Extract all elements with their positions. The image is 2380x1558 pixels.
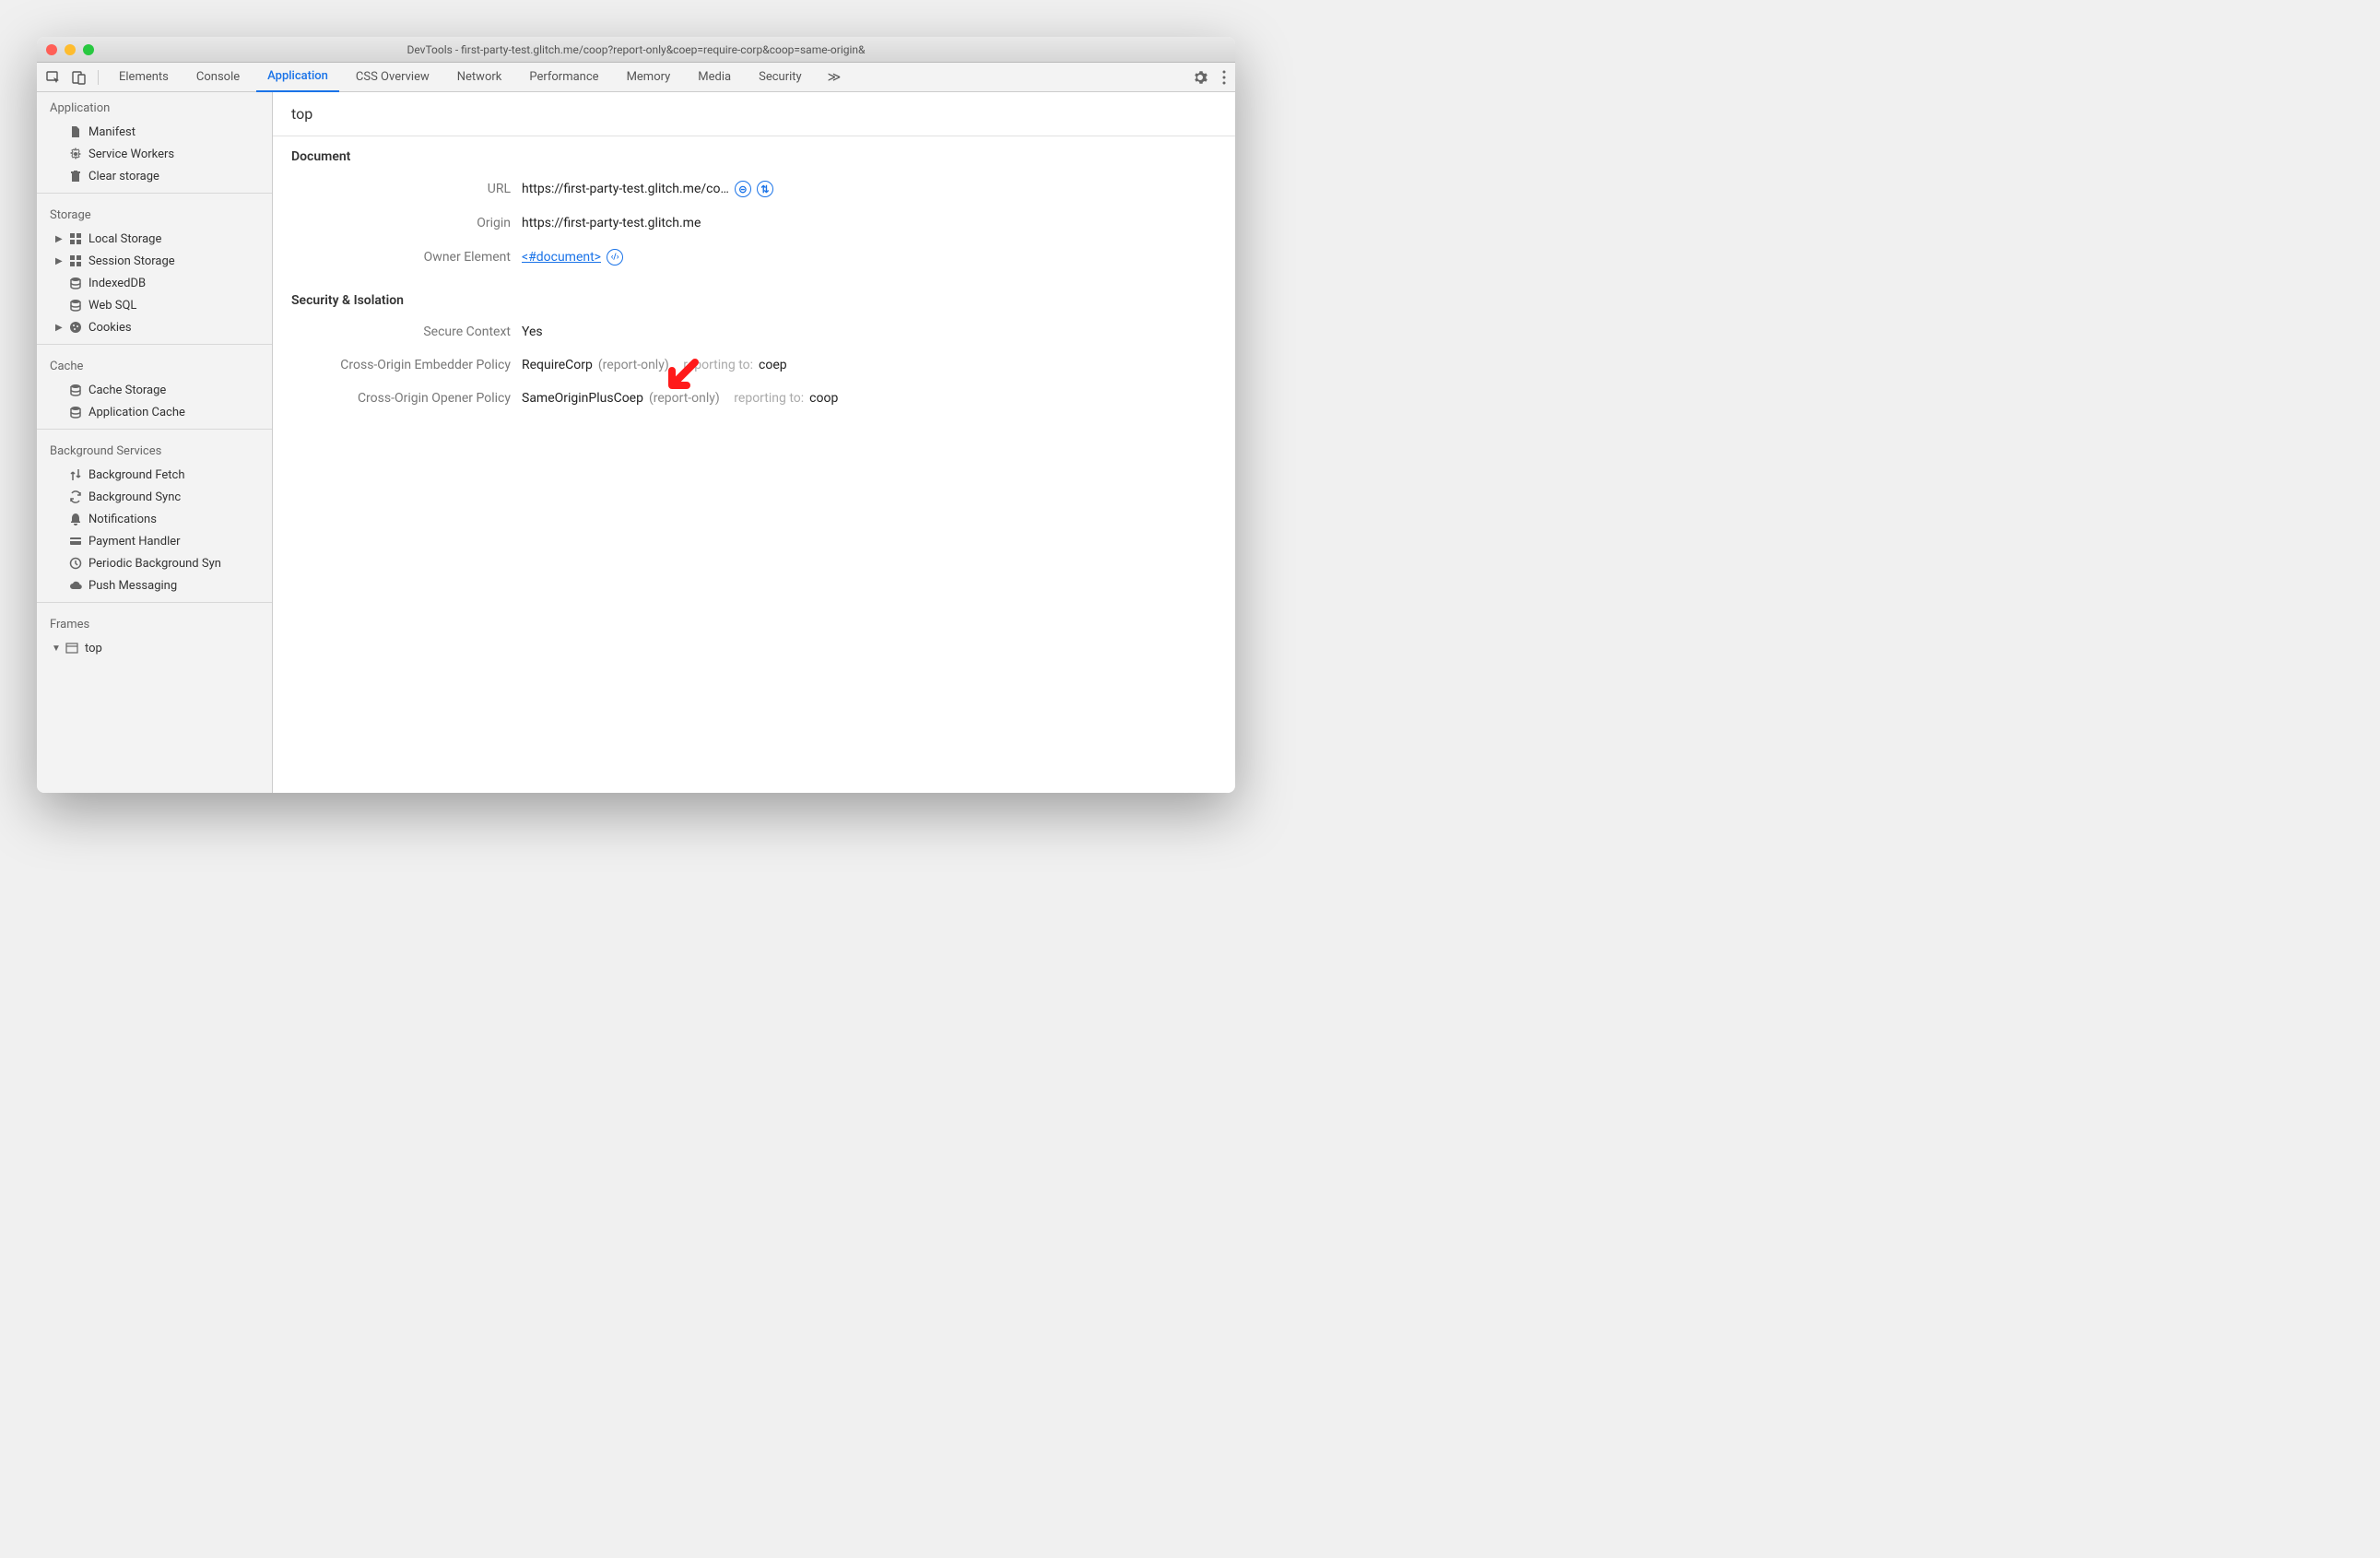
section-document: Document URL https://first-party-test.gl… bbox=[273, 136, 1235, 280]
sidebar-item-background-fetch[interactable]: Background Fetch bbox=[37, 464, 272, 486]
caret-down-icon: ▼ bbox=[52, 643, 59, 654]
settings-icon[interactable] bbox=[1193, 70, 1208, 85]
tab-security[interactable]: Security bbox=[748, 63, 813, 92]
group-frames: Frames bbox=[37, 608, 272, 637]
annotation-arrow-icon bbox=[663, 358, 700, 395]
caret-icon: ▶ bbox=[55, 323, 63, 333]
tabs-overflow[interactable]: ≫ bbox=[819, 70, 851, 85]
inspect-icon[interactable] bbox=[46, 70, 61, 85]
sidebar-item-session-storage[interactable]: ▶ Session Storage bbox=[37, 250, 272, 272]
tab-memory[interactable]: Memory bbox=[616, 63, 682, 92]
sidebar-item-indexeddb[interactable]: IndexedDB bbox=[37, 272, 272, 294]
sidebar-item-notifications[interactable]: Notifications bbox=[37, 508, 272, 530]
tab-console[interactable]: Console bbox=[185, 63, 251, 92]
section-security-isolation: Security & Isolation Secure Context Yes … bbox=[273, 280, 1235, 420]
tab-css-overview[interactable]: CSS Overview bbox=[345, 63, 441, 92]
traffic-lights bbox=[46, 44, 94, 55]
row-url: URL https://first-party-test.glitch.me/c… bbox=[291, 171, 1217, 207]
sidebar-item-manifest[interactable]: Manifest bbox=[37, 121, 272, 143]
tab-elements[interactable]: Elements bbox=[108, 63, 180, 92]
caret-icon: ▶ bbox=[55, 256, 63, 266]
close-button[interactable] bbox=[46, 44, 57, 55]
bell-icon bbox=[68, 512, 83, 526]
sidebar-item-web-sql[interactable]: Web SQL bbox=[37, 294, 272, 316]
group-cache: Cache bbox=[37, 350, 272, 379]
sidebar-item-push-messaging[interactable]: Push Messaging bbox=[37, 574, 272, 596]
sidebar-item-frame-top[interactable]: ▼ top bbox=[37, 637, 272, 659]
grid-icon bbox=[68, 231, 83, 246]
group-background-services: Background Services bbox=[37, 435, 272, 464]
device-icon[interactable] bbox=[72, 70, 87, 85]
sidebar-item-payment-handler[interactable]: Payment Handler bbox=[37, 530, 272, 552]
trash-icon bbox=[68, 169, 83, 183]
isolation-badge-icon[interactable]: ⊝ bbox=[735, 181, 751, 197]
sidebar-item-background-sync[interactable]: Background Sync bbox=[37, 486, 272, 508]
tab-network[interactable]: Network bbox=[446, 63, 513, 92]
database-icon bbox=[68, 383, 83, 397]
sidebar-item-service-workers[interactable]: Service Workers bbox=[37, 143, 272, 165]
row-origin: Origin https://first-party-test.glitch.m… bbox=[291, 207, 1217, 240]
code-badge-icon[interactable]: ‹/› bbox=[607, 249, 623, 266]
window-icon bbox=[65, 641, 79, 655]
devtools-window: DevTools - first-party-test.glitch.me/co… bbox=[37, 37, 1235, 793]
sidebar-item-cookies[interactable]: ▶ Cookies bbox=[37, 316, 272, 338]
row-coep: Cross-Origin Embedder Policy RequireCorp… bbox=[291, 348, 1217, 382]
sidebar: Application Manifest Service Workers Cle… bbox=[37, 92, 273, 793]
page-title: top bbox=[273, 92, 1235, 136]
updown-icon bbox=[68, 467, 83, 482]
owner-element-link[interactable]: <#document> bbox=[522, 250, 601, 265]
database-icon bbox=[68, 298, 83, 313]
file-icon bbox=[68, 124, 83, 139]
toolbar: Elements Console Application CSS Overvie… bbox=[37, 63, 1235, 92]
sidebar-item-periodic-sync[interactable]: Periodic Background Syn bbox=[37, 552, 272, 574]
cloud-icon bbox=[68, 578, 83, 593]
minimize-button[interactable] bbox=[65, 44, 76, 55]
database-icon bbox=[68, 405, 83, 419]
row-coop: Cross-Origin Opener Policy SameOriginPlu… bbox=[291, 382, 1217, 415]
clock-icon bbox=[68, 556, 83, 571]
maximize-button[interactable] bbox=[83, 44, 94, 55]
tab-application[interactable]: Application bbox=[256, 63, 339, 92]
grid-icon bbox=[68, 254, 83, 268]
sync-icon bbox=[68, 490, 83, 504]
main-panel: top Document URL https://first-party-tes… bbox=[273, 92, 1235, 793]
gear-icon bbox=[68, 147, 83, 161]
group-application: Application bbox=[37, 92, 272, 121]
sidebar-item-local-storage[interactable]: ▶ Local Storage bbox=[37, 228, 272, 250]
window-title: DevTools - first-party-test.glitch.me/co… bbox=[37, 43, 1235, 56]
titlebar: DevTools - first-party-test.glitch.me/co… bbox=[37, 37, 1235, 63]
caret-icon: ▶ bbox=[55, 234, 63, 244]
tab-media[interactable]: Media bbox=[687, 63, 742, 92]
card-icon bbox=[68, 534, 83, 549]
sidebar-item-clear-storage[interactable]: Clear storage bbox=[37, 165, 272, 187]
sidebar-item-application-cache[interactable]: Application Cache bbox=[37, 401, 272, 423]
row-secure-context: Secure Context Yes bbox=[291, 315, 1217, 348]
row-owner-element: Owner Element <#document> ‹/› bbox=[291, 240, 1217, 275]
database-icon bbox=[68, 276, 83, 290]
sidebar-item-cache-storage[interactable]: Cache Storage bbox=[37, 379, 272, 401]
swap-badge-icon[interactable]: ⇅ bbox=[757, 181, 773, 197]
tab-performance[interactable]: Performance bbox=[518, 63, 609, 92]
kebab-menu-icon[interactable] bbox=[1222, 70, 1226, 85]
cookie-icon bbox=[68, 320, 83, 335]
group-storage: Storage bbox=[37, 199, 272, 228]
